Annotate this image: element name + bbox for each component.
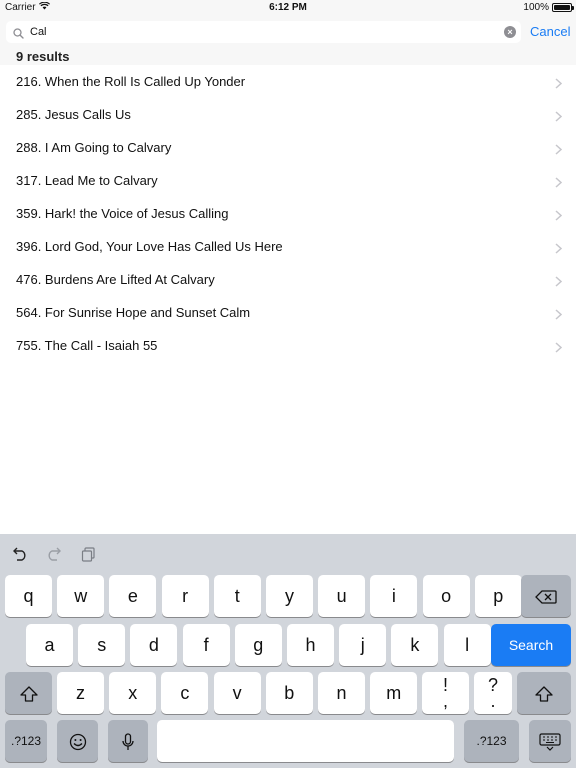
key-v[interactable]: v [213,672,261,714]
cancel-button[interactable]: Cancel [530,24,570,39]
key-question-period[interactable]: ?. [474,672,512,714]
key-bottom-char: . [490,691,496,711]
key-f[interactable]: f [182,624,230,666]
key-z[interactable]: z [57,672,104,714]
chevron-right-icon [555,208,563,226]
space-bar[interactable] [157,720,454,762]
chevron-right-icon [555,340,563,358]
numbers-key-left[interactable]: .?123 [5,720,47,762]
hymn-title: 564. For Sunrise Hope and Sunset Calm [16,305,251,320]
key-bottom-char: , [442,691,448,711]
results-list: 216. When the Roll Is Called Up Yonder 28… [0,65,576,362]
key-y[interactable]: y [266,575,313,617]
hymn-title: 359. Hark! the Voice of Jesus Calling [16,206,229,221]
undo-icon[interactable] [11,547,29,566]
chevron-right-icon [555,76,563,94]
list-item[interactable]: 317. Lead Me to Calvary [0,164,576,197]
list-item[interactable]: 359. Hark! the Voice of Jesus Calling [0,197,576,230]
redo-icon[interactable] [45,547,63,566]
status-time: 6:12 PM [269,2,307,13]
key-s[interactable]: s [78,624,126,666]
delete-icon [535,586,557,606]
emoji-key[interactable] [57,720,98,762]
key-h[interactable]: h [287,624,334,666]
hymn-title: 216. When the Roll Is Called Up Yonder [16,74,246,89]
key-a[interactable]: a [26,624,73,666]
list-item[interactable]: 564. For Sunrise Hope and Sunset Calm [0,296,576,329]
key-u[interactable]: u [318,575,366,617]
chevron-right-icon [555,109,563,127]
results-count-header: 9 results [0,48,576,65]
search-bar: × Cancel [0,16,576,48]
search-icon [13,26,24,44]
key-q[interactable]: q [5,575,52,617]
list-item[interactable]: 755. The Call - Isaiah 55 [0,329,576,362]
key-n[interactable]: n [318,672,365,714]
results-count: 9 results [16,49,70,64]
chevron-right-icon [555,241,563,259]
emoji-icon [69,731,87,751]
shift-icon [535,683,553,703]
numbers-key-right[interactable]: .?123 [464,720,519,762]
key-m[interactable]: m [370,672,418,714]
key-k[interactable]: k [391,624,439,666]
key-g[interactable]: g [234,624,282,666]
keyboard: q w e r t y u i o p a s d f g h j k l z x c v b n m Search!,?. .?12… [0,534,576,768]
hymn-title: 288. I Am Going to Calvary [16,140,172,155]
dismiss-keyboard-key[interactable] [529,720,571,762]
hymn-title: 396. Lord God, Your Love Has Called Us H… [16,239,283,254]
search-key[interactable]: Search [491,624,571,666]
key-b[interactable]: b [265,672,313,714]
key-x[interactable]: x [109,672,157,714]
list-item[interactable]: 476. Burdens Are Lifted At Calvary [0,263,576,296]
shift-left-key[interactable] [5,672,52,714]
key-j[interactable]: j [339,624,387,666]
key-exclamation-comma[interactable]: !, [422,672,469,714]
key-p[interactable]: p [474,575,522,617]
keyboard-assistant-bar [0,534,576,572]
shift-icon [19,683,38,703]
shift-right-key[interactable] [517,672,571,714]
list-item[interactable]: 216. When the Roll Is Called Up Yonder [0,65,576,98]
dictation-key[interactable] [108,720,148,762]
hymn-title: 476. Burdens Are Lifted At Calvary [16,272,215,287]
chevron-right-icon [555,274,563,292]
hymn-title: 285. Jesus Calls Us [16,107,131,122]
key-l[interactable]: l [443,624,491,666]
battery-icon [552,3,574,12]
chevron-right-icon [555,142,563,160]
list-item[interactable]: 288. I Am Going to Calvary [0,131,576,164]
clear-icon[interactable]: × [504,26,516,38]
key-w[interactable]: w [57,575,105,617]
key-c[interactable]: c [161,672,209,714]
battery-percent: 100% [523,2,549,13]
delete-key[interactable] [521,575,571,617]
search-field[interactable]: × [6,21,521,43]
chevron-right-icon [555,175,563,193]
list-item[interactable]: 396. Lord God, Your Love Has Called Us H… [0,230,576,263]
microphone-icon [122,731,134,751]
search-input[interactable] [30,24,490,40]
keyboard-dismiss-icon [539,731,561,752]
key-i[interactable]: i [370,575,418,617]
key-r[interactable]: r [161,575,209,617]
hymn-title: 317. Lead Me to Calvary [16,173,158,188]
key-o[interactable]: o [422,575,470,617]
key-e[interactable]: e [109,575,157,617]
key-d[interactable]: d [130,624,178,666]
key-t[interactable]: t [213,575,261,617]
list-item[interactable]: 285. Jesus Calls Us [0,98,576,131]
chevron-right-icon [555,307,563,325]
paste-icon[interactable] [81,547,96,567]
status-bar: Carrier 6:12 PM 100% [0,0,576,16]
hymn-title: 755. The Call - Isaiah 55 [16,338,158,353]
